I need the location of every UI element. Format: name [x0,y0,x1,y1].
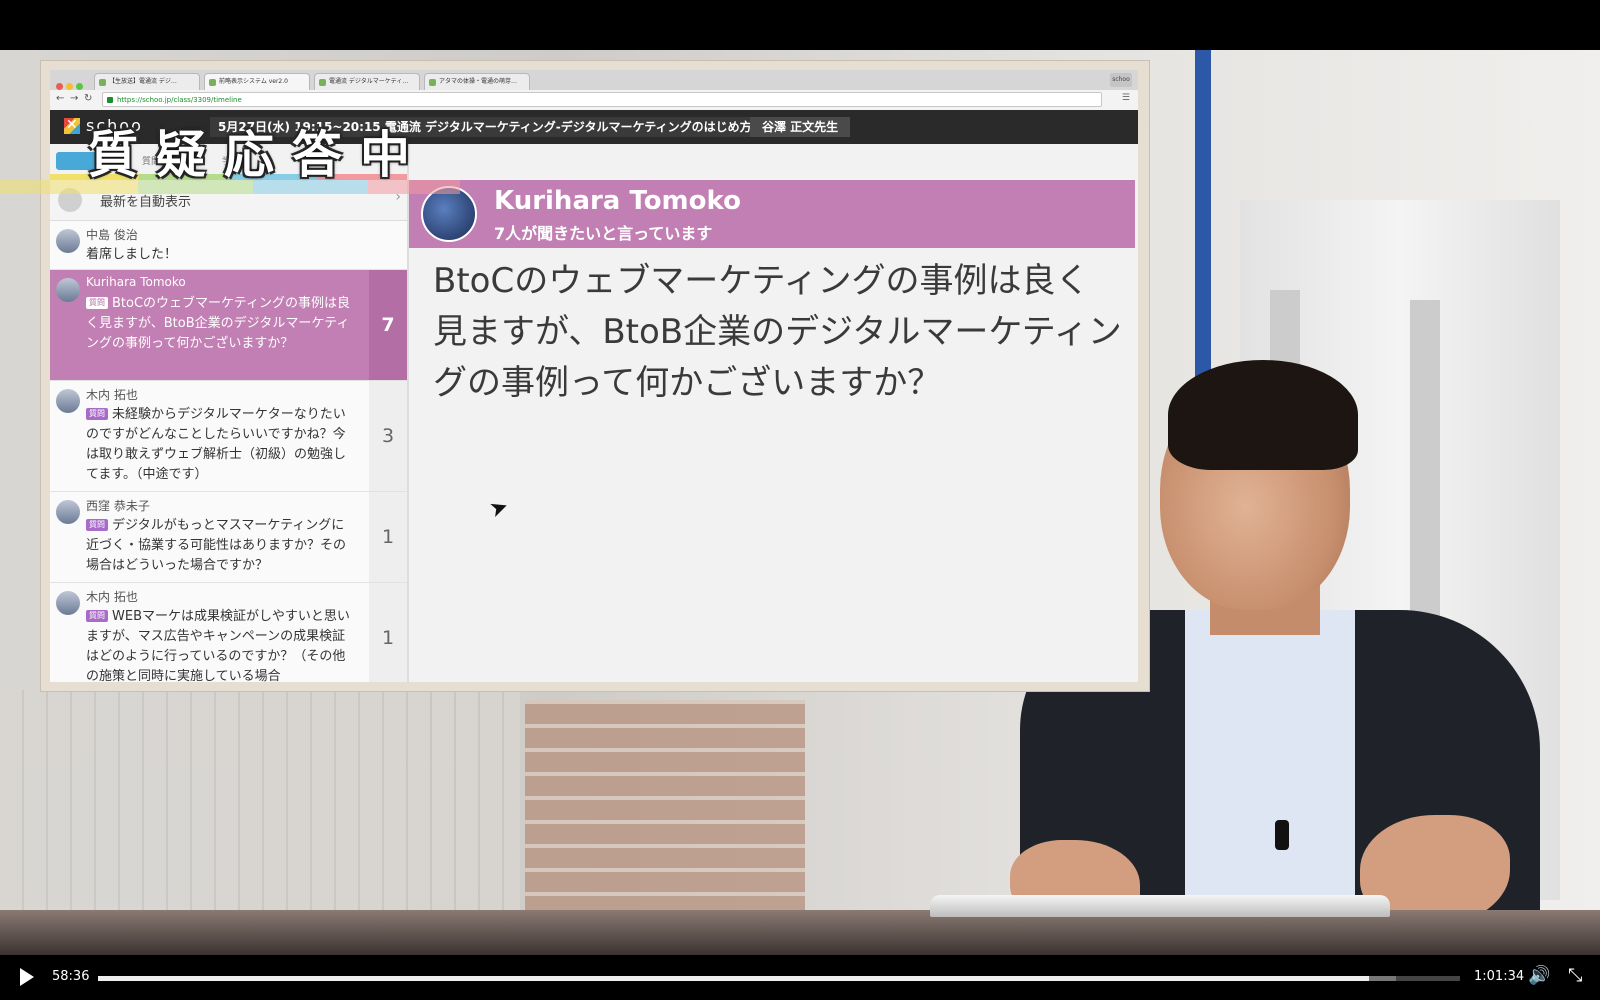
play-icon[interactable] [20,968,34,986]
avatar [56,229,80,253]
studio-brick-wall [525,700,805,940]
message-body: WEBマーケは成果検証がしやすいと思いますが、マス広告やキャンペーンの成果検証は… [86,609,350,682]
avatar [56,278,80,302]
current-time: 58:36 [52,969,90,984]
message-text: 質問 WEBマーケは成果検証がしやすいと思いますが、マス広告やキャンペーンの成果検… [86,607,356,682]
volume-icon[interactable]: 🔊 [1528,965,1550,986]
tab-favicon-icon [429,79,436,86]
browser-tab[interactable]: アタマの体操・電通の萌芽… [424,73,530,90]
browser-tab[interactable]: 【生放送】電通流 デジ… [94,73,200,90]
tab-label: 電通流 デジタルマーケティ… [329,78,409,85]
message-author: 西窪 恭未子 [86,499,150,513]
schoo-logo-icon [64,117,80,134]
question-badge: 質問 [86,519,108,531]
reload-icon[interactable]: ↻ [84,93,92,104]
broadcast-caption: 質疑応答中 [88,126,428,184]
list-item[interactable]: 中島 俊治 着席しました！ [50,221,407,270]
question-votes: 7人が聞きたいと言っています [494,224,713,243]
message-author: 木内 拓也 [86,388,138,402]
message-author: 木内 拓也 [86,590,138,604]
lock-icon [107,97,113,103]
question-detail-panel: Kurihara Tomoko 7人が聞きたいと言っています BtoCのウェブマ… [407,144,1138,682]
question-text: BtoCのウェブマーケティングの事例は良く見ますが、BtoB企業のデジタルマーケ… [433,261,1122,403]
list-item-selected[interactable]: Kurihara Tomoko 質問 BtoCのウェブマーケティングの事例は良く見… [50,270,407,381]
list-item[interactable]: 木内 拓也 質問 未経験からデジタルマーケターなりたいのですがどんなことしたらいい… [50,381,407,492]
close-dot-icon[interactable] [56,83,63,90]
tab-favicon-icon [99,79,106,86]
list-item[interactable]: 木内 拓也 質問 WEBマーケは成果検証がしやすいと思いますが、マス広告やキャンペ… [50,583,407,682]
zoom-dot-icon[interactable] [76,83,83,90]
fullscreen-exit-icon[interactable]: ⤡ [1568,965,1582,986]
tab-favicon-icon [319,79,326,86]
progress-bar[interactable] [98,976,1460,981]
message-text: 着席しました！ [86,245,356,265]
minimize-dot-icon[interactable] [66,83,73,90]
browser-tab-active[interactable]: 前略表示システム ver2.0 [204,73,310,90]
video-controls: 58:36 1:01:34 🔊 ⤡ [0,955,1600,1000]
browser-tab-strip: 【生放送】電通流 デジ… 前略表示システム ver2.0 電通流 デジタルマーケ… [50,70,1138,90]
url-text: https://schoo.jp/class/3309/timeline [117,96,242,104]
list-item[interactable]: 西窪 恭未子 質問 デジタルがもっとマスマーケティングに近づく・協業する可能性はあ… [50,492,407,583]
address-bar: ← → ↻ https://schoo.jp/class/3309/timeli… [50,90,1138,111]
teacher-name[interactable]: 谷澤 正文先生 [750,117,851,137]
avatar [56,389,80,413]
avatar [421,186,477,242]
question-badge: 質問 [86,297,108,309]
back-arrow-icon[interactable]: ← [56,93,64,104]
question-header: Kurihara Tomoko 7人が聞きたいと言っています [409,180,1135,248]
tab-label: アタマの体操・電通の萌芽… [439,78,518,85]
browser-tab[interactable]: 電通流 デジタルマーケティ… [314,73,420,90]
profile-button[interactable]: schoo [1110,73,1132,87]
tab-favicon-icon [209,79,216,86]
played-bar [98,976,1369,981]
message-text: 質問 未経験からデジタルマーケターなりたいのですがどんなことしたらいいですかね？今… [86,405,356,485]
vote-count[interactable]: 3 [369,381,407,491]
message-text: 質問 デジタルがもっとマスマーケティングに近づく・協業する可能性はありますか？その… [86,516,356,576]
video-top-letterbox [0,0,1600,50]
vote-count[interactable]: 7 [369,270,407,380]
total-time: 1:01:34 [1474,969,1525,984]
menu-icon[interactable]: ☰ [1122,93,1130,103]
avatar [56,500,80,524]
question-author: Kurihara Tomoko [494,186,741,216]
message-author: 中島 俊治 [86,228,138,242]
question-badge: 質問 [86,408,108,420]
url-input[interactable]: https://schoo.jp/class/3309/timeline [102,92,1102,107]
timeline-panel: 質問 学んだ 最新を自動表示 › 中島 俊治 着席しました！ Kurihara … [50,144,407,682]
presenter-shirt [1185,610,1355,930]
message-body: BtoCのウェブマーケティングの事例は良く見ますが、BtoB企業のデジタルマーケ… [86,296,351,351]
tab-label: 前略表示システム ver2.0 [219,78,288,85]
avatar [56,591,80,615]
tab-label: 【生放送】電通流 デジ… [109,78,177,85]
message-body: 未経験からデジタルマーケターなりたいのですがどんなことしたらいいですかね？今は取… [86,407,347,482]
studio-wall [0,690,520,910]
lapel-mic-icon [1275,820,1289,850]
message-body: デジタルがもっとマスマーケティングに近づく・協業する可能性はありますか？その場合… [86,518,347,573]
message-body: 着席しました！ [86,247,178,262]
vote-count[interactable]: 1 [369,583,407,682]
message-text: 質問 BtoCのウェブマーケティングの事例は良く見ますが、BtoB企業のデジタルマ… [86,294,356,354]
laptop [930,895,1390,917]
message-author: Kurihara Tomoko [86,275,186,289]
vote-count[interactable]: 1 [369,492,407,582]
question-badge: 質問 [86,610,108,622]
forward-arrow-icon[interactable]: → [70,93,78,104]
presenter-hair [1168,360,1358,470]
